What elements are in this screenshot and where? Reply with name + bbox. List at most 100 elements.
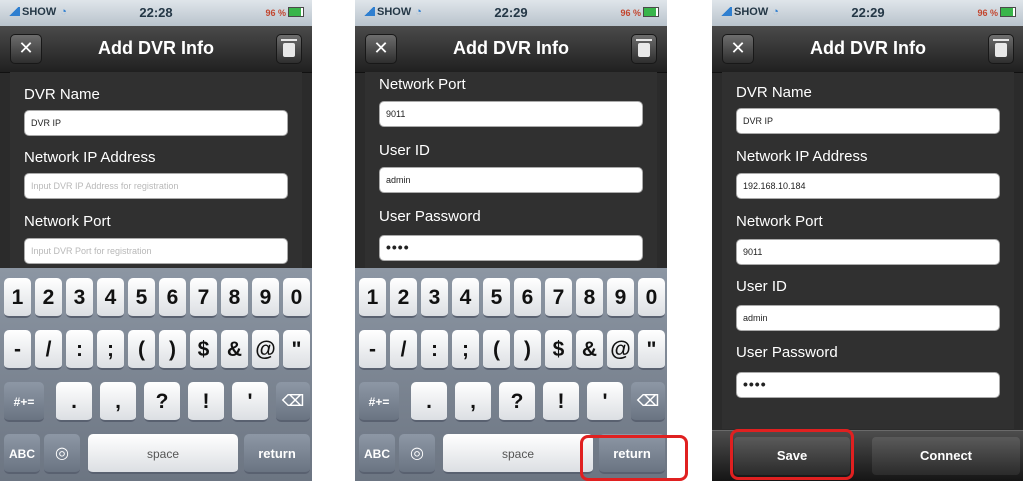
key-8[interactable]: 8 [576, 278, 603, 318]
key-symbols-toggle[interactable]: #+= [4, 382, 44, 422]
key-exclamation[interactable]: ! [543, 382, 579, 422]
key-6[interactable]: 6 [514, 278, 541, 318]
key-8[interactable]: 8 [221, 278, 248, 318]
status-time: 22:29 [851, 5, 885, 20]
key-colon[interactable]: : [421, 330, 448, 370]
status-bar: SHOW ◔ 22:29 96 % [712, 0, 1023, 26]
key-symbols-toggle[interactable]: #+= [359, 382, 399, 422]
key-close-paren[interactable]: ) [159, 330, 186, 370]
key-4[interactable]: 4 [97, 278, 124, 318]
key-question[interactable]: ? [499, 382, 535, 422]
backspace-icon[interactable]: ⌫ [631, 382, 665, 422]
key-period[interactable]: . [56, 382, 92, 422]
user-password-input[interactable]: •••• [379, 235, 643, 261]
key-question[interactable]: ? [144, 382, 180, 422]
key-slash[interactable]: / [35, 330, 62, 370]
user-id-input[interactable]: admin [379, 167, 643, 193]
dvr-name-input[interactable]: DVR IP [736, 108, 1000, 134]
battery-icon [643, 7, 659, 17]
key-7[interactable]: 7 [545, 278, 572, 318]
key-hyphen[interactable]: - [359, 330, 386, 370]
trash-icon [636, 39, 652, 57]
globe-icon[interactable]: ◎ [44, 434, 80, 474]
highlight-return-key [580, 435, 688, 481]
key-4[interactable]: 4 [452, 278, 479, 318]
key-2[interactable]: 2 [390, 278, 417, 318]
status-bar: SHOW ◔ 22:28 96 % [0, 0, 312, 26]
key-quote[interactable]: " [283, 330, 310, 370]
nav-bar: ✕ Add DVR Info [0, 26, 312, 73]
key-at[interactable]: @ [607, 330, 634, 370]
nav-bar: ✕ Add DVR Info [355, 26, 667, 73]
key-ampersand[interactable]: & [221, 330, 248, 370]
field-label-network-ip: Network IP Address [736, 148, 868, 165]
field-label-network-port: Network Port [24, 213, 111, 230]
battery-indicator: 96 % [620, 7, 659, 18]
key-5[interactable]: 5 [483, 278, 510, 318]
key-0[interactable]: 0 [638, 278, 665, 318]
key-open-paren[interactable]: ( [483, 330, 510, 370]
user-id-input[interactable]: admin [736, 305, 1000, 331]
key-0[interactable]: 0 [283, 278, 310, 318]
field-label-user-password: User Password [736, 344, 838, 361]
key-close-paren[interactable]: ) [514, 330, 541, 370]
network-port-input[interactable]: 9011 [379, 101, 643, 127]
dvr-form: DVR Name DVR IP Network IP Address 192.1… [722, 72, 1014, 429]
key-at[interactable]: @ [252, 330, 279, 370]
key-abc[interactable]: ABC [4, 434, 40, 474]
key-apostrophe[interactable]: ' [232, 382, 268, 422]
nav-bar: ✕ Add DVR Info [712, 26, 1023, 73]
key-period[interactable]: . [411, 382, 447, 422]
field-label-user-id: User ID [379, 142, 430, 159]
key-3[interactable]: 3 [66, 278, 93, 318]
key-7[interactable]: 7 [190, 278, 217, 318]
key-comma[interactable]: , [455, 382, 491, 422]
delete-button[interactable] [631, 34, 657, 64]
key-dollar[interactable]: $ [190, 330, 217, 370]
key-hyphen[interactable]: - [4, 330, 31, 370]
phone-screen-1: SHOW ◔ 22:28 96 % ✕ Add DVR Info DVR Name… [0, 0, 312, 481]
key-apostrophe[interactable]: ' [587, 382, 623, 422]
key-5[interactable]: 5 [128, 278, 155, 318]
key-semicolon[interactable]: ; [97, 330, 124, 370]
key-1[interactable]: 1 [359, 278, 386, 318]
key-return[interactable]: return [244, 434, 310, 474]
battery-indicator: 96 % [977, 7, 1016, 18]
field-label-user-id: User ID [736, 278, 787, 295]
battery-icon [1000, 7, 1016, 17]
key-slash[interactable]: / [390, 330, 417, 370]
page-title: Add DVR Info [98, 38, 214, 58]
key-quote[interactable]: " [638, 330, 665, 370]
key-9[interactable]: 9 [252, 278, 279, 318]
network-port-input[interactable]: 9011 [736, 239, 1000, 265]
key-space[interactable]: space [443, 434, 593, 474]
connect-button[interactable]: Connect [872, 437, 1020, 475]
key-exclamation[interactable]: ! [188, 382, 224, 422]
key-comma[interactable]: , [100, 382, 136, 422]
field-label-dvr-name: DVR Name [736, 84, 812, 101]
network-ip-input[interactable]: 192.168.10.184 [736, 173, 1000, 199]
delete-button[interactable] [988, 34, 1014, 64]
keyboard: 1 2 3 4 5 6 7 8 9 0 - / : ; ( ) $ & @ " … [0, 268, 312, 481]
key-6[interactable]: 6 [159, 278, 186, 318]
key-space[interactable]: space [88, 434, 238, 474]
network-ip-input[interactable]: Input DVR IP Address for registration [24, 173, 288, 199]
key-open-paren[interactable]: ( [128, 330, 155, 370]
field-label-network-port: Network Port [736, 213, 823, 230]
key-1[interactable]: 1 [4, 278, 31, 318]
key-dollar[interactable]: $ [545, 330, 572, 370]
key-2[interactable]: 2 [35, 278, 62, 318]
delete-button[interactable] [276, 34, 302, 64]
globe-icon[interactable]: ◎ [399, 434, 435, 474]
backspace-icon[interactable]: ⌫ [276, 382, 310, 422]
key-colon[interactable]: : [66, 330, 93, 370]
key-9[interactable]: 9 [607, 278, 634, 318]
key-ampersand[interactable]: & [576, 330, 603, 370]
key-semicolon[interactable]: ; [452, 330, 479, 370]
network-port-input[interactable]: Input DVR Port for registration [24, 238, 288, 264]
key-abc[interactable]: ABC [359, 434, 395, 474]
user-password-input[interactable]: •••• [736, 372, 1000, 398]
dvr-name-input[interactable]: DVR IP [24, 110, 288, 136]
page-title: Add DVR Info [453, 38, 569, 58]
key-3[interactable]: 3 [421, 278, 448, 318]
